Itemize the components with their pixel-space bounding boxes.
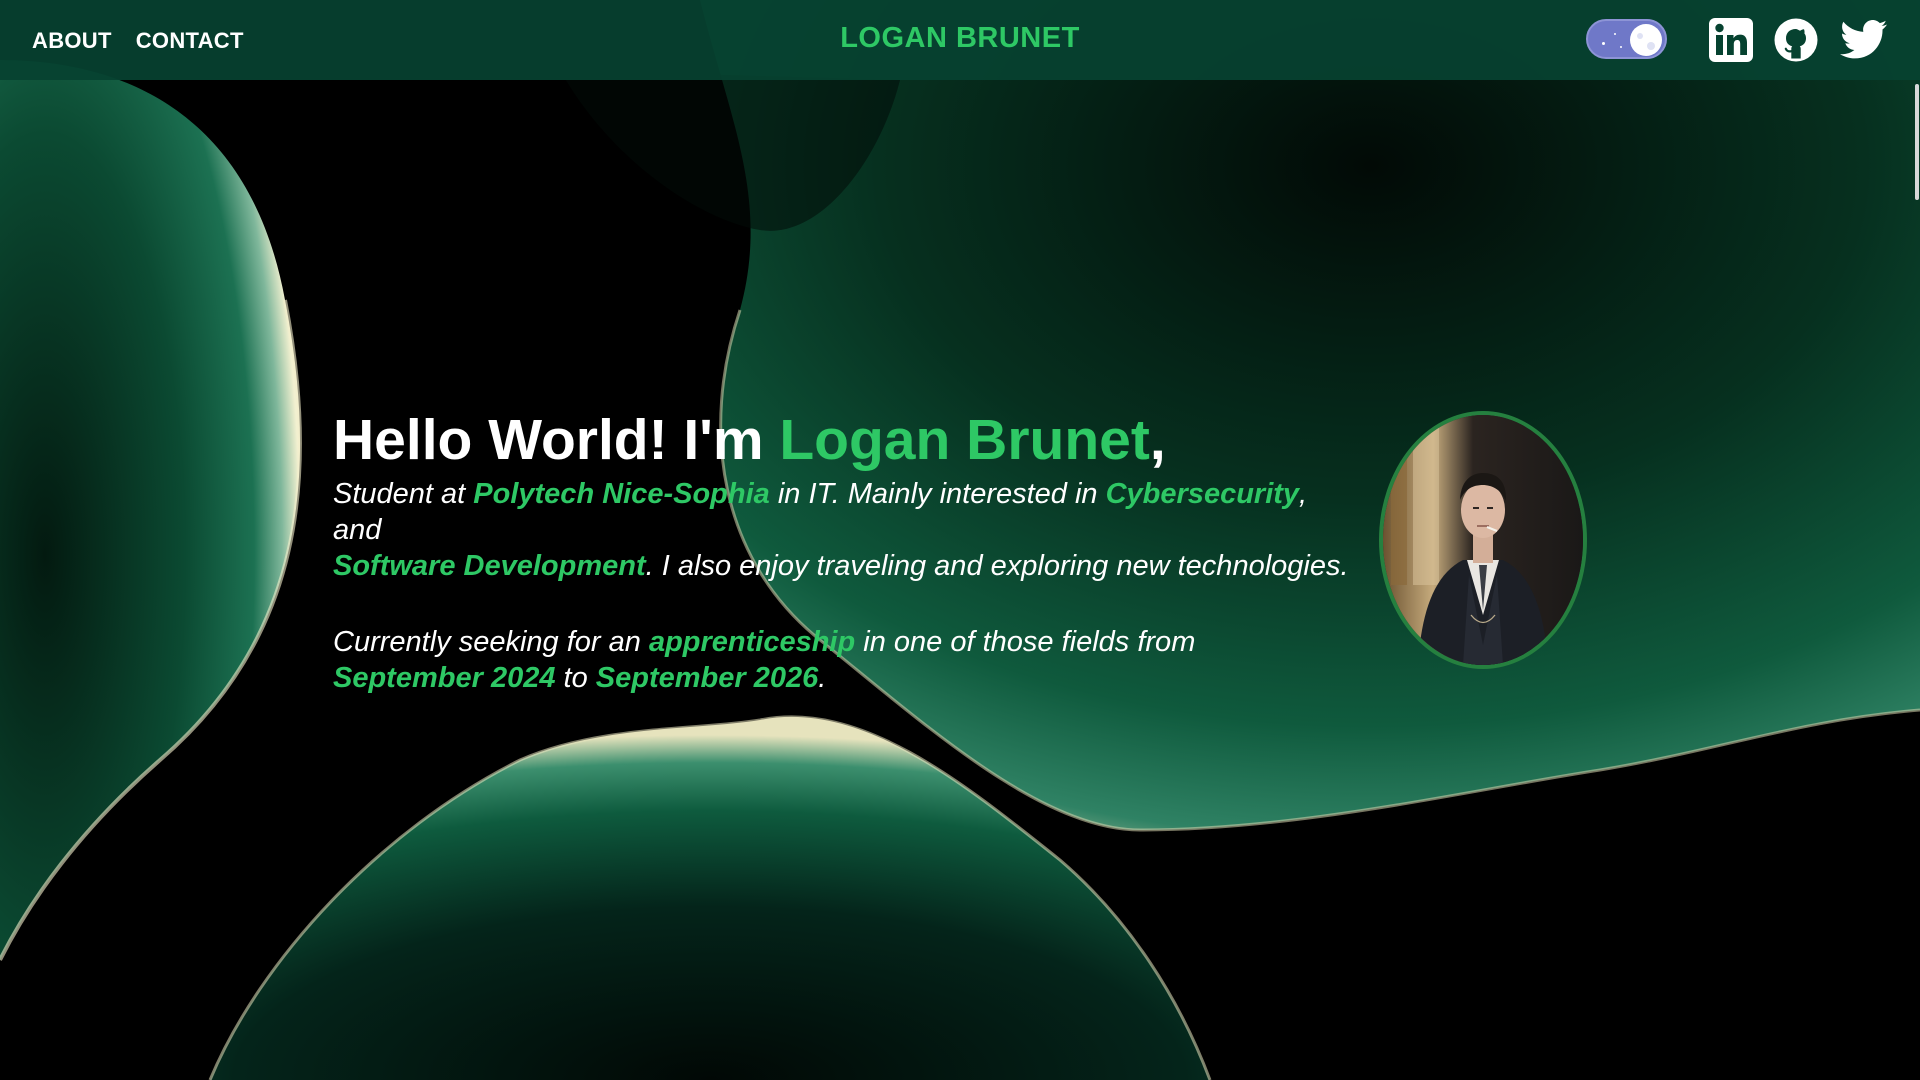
intro-text: Student at (333, 478, 474, 510)
seeking-text: . (818, 662, 827, 694)
field-highlight: Cybersecurity (1105, 478, 1300, 510)
school-highlight: Polytech Nice-Sophia (473, 478, 770, 510)
star-icon (1614, 33, 1616, 35)
theme-toggle[interactable] (1586, 19, 1667, 59)
linkedin-icon[interactable] (1709, 18, 1753, 62)
end-date: September 2026 (595, 662, 819, 694)
star-icon (1620, 46, 1622, 48)
hero-seeking: Currently seeking for an apprenticeship … (333, 624, 1353, 696)
seeking-text: Currently seeking for an (333, 626, 649, 658)
intro-text: in IT. Mainly interested in (769, 478, 1106, 510)
hero-title: Hello World! I'm Logan Brunet, (333, 404, 1353, 476)
moon-icon (1630, 24, 1662, 56)
start-date: September 2024 (333, 662, 556, 694)
field-highlight: Software Development (333, 550, 646, 582)
github-icon[interactable] (1774, 18, 1818, 62)
hero-name: Logan Brunet (779, 408, 1150, 472)
twitter-icon[interactable] (1838, 18, 1888, 62)
scrollbar[interactable] (1913, 0, 1920, 1080)
hero-greeting: Hello World! I'm (333, 408, 780, 472)
hero-section: Hello World! I'm Logan Brunet, Student a… (333, 404, 1353, 696)
seeking-text: to (555, 662, 596, 694)
seeking-text: in one of those fields from (855, 626, 1196, 658)
intro-text: . I also enjoy traveling and exploring n… (645, 550, 1349, 582)
scrollbar-thumb[interactable] (1915, 84, 1919, 200)
hero-comma: , (1149, 408, 1166, 472)
hero-intro: Student at Polytech Nice-Sophia in IT. M… (333, 476, 1353, 584)
apprenticeship-highlight: apprenticeship (648, 626, 856, 658)
star-icon (1602, 42, 1605, 45)
top-navbar: ABOUT CONTACT LOGAN BRUNET (0, 0, 1920, 80)
page: ABOUT CONTACT LOGAN BRUNET Hello World! … (0, 0, 1920, 1080)
profile-avatar (1379, 411, 1587, 669)
